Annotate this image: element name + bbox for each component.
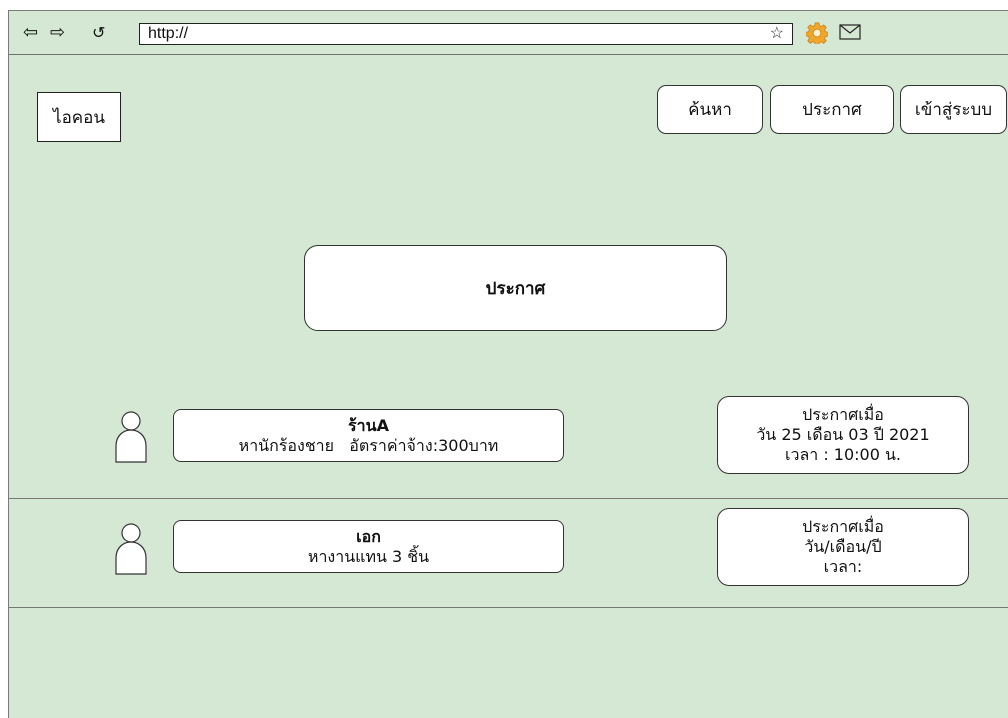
timestamp-title-1: ประกาศเมื่อ	[802, 405, 884, 424]
post-description-2: หางานแทน 3 ชิ้น	[307, 546, 430, 566]
forward-arrow-icon[interactable]: ⇨	[50, 24, 65, 42]
create-announcement-button[interactable]: ประกาศ	[304, 245, 727, 331]
app-frame: ⇦ ⇨ ↺ http:// ☆ ไอคอน ค้นหา ประกาศ เข้าส…	[8, 10, 1008, 718]
browser-toolbar: ⇦ ⇨ ↺ http:// ☆	[9, 11, 1008, 55]
gear-icon[interactable]	[806, 22, 828, 44]
post-timestamp-2: ประกาศเมื่อ วัน/เดือน/ปี เวลา:	[717, 508, 969, 586]
logo-label: ไอคอน	[53, 107, 105, 128]
search-button-label: ค้นหา	[688, 100, 732, 120]
user-avatar-icon	[115, 523, 147, 575]
star-icon[interactable]: ☆	[770, 24, 784, 44]
announce-nav-button[interactable]: ประกาศ	[770, 85, 894, 134]
announce-nav-label: ประกาศ	[802, 100, 862, 120]
login-button[interactable]: เข้าสู่ระบบ	[900, 85, 1007, 134]
login-button-label: เข้าสู่ระบบ	[914, 100, 993, 120]
post-divider-2	[9, 607, 1008, 608]
post-card-1[interactable]: ร้านA หานักร้องชาย อัตราค่าจ้าง:300บาท	[173, 409, 564, 462]
timestamp-date-1: วัน 25 เดือน 03 ปี 2021	[756, 425, 930, 444]
refresh-icon[interactable]: ↺	[92, 24, 105, 42]
post-divider-1	[9, 498, 1008, 499]
back-arrow-icon[interactable]: ⇦	[23, 24, 38, 42]
post-title-2: เอก	[356, 526, 381, 546]
timestamp-title-2: ประกาศเมื่อ	[802, 517, 884, 536]
post-description-1: หานักร้องชาย อัตราค่าจ้าง:300บาท	[238, 435, 499, 455]
post-title-1: ร้านA	[348, 415, 389, 435]
post-timestamp-1: ประกาศเมื่อ วัน 25 เดือน 03 ปี 2021 เวลา…	[717, 396, 969, 474]
address-bar[interactable]: http:// ☆	[139, 23, 793, 45]
timestamp-date-2: วัน/เดือน/ปี	[804, 537, 882, 556]
timestamp-time-2: เวลา:	[823, 557, 863, 576]
post-card-2[interactable]: เอก หางานแทน 3 ชิ้น	[173, 520, 564, 573]
search-button[interactable]: ค้นหา	[657, 85, 763, 134]
timestamp-time-1: เวลา : 10:00 น.	[784, 445, 902, 464]
user-avatar-icon	[115, 411, 147, 463]
create-announcement-label: ประกาศ	[485, 278, 546, 299]
address-value: http://	[148, 25, 189, 42]
mail-icon[interactable]	[839, 24, 861, 40]
logo-placeholder: ไอคอน	[37, 92, 121, 142]
